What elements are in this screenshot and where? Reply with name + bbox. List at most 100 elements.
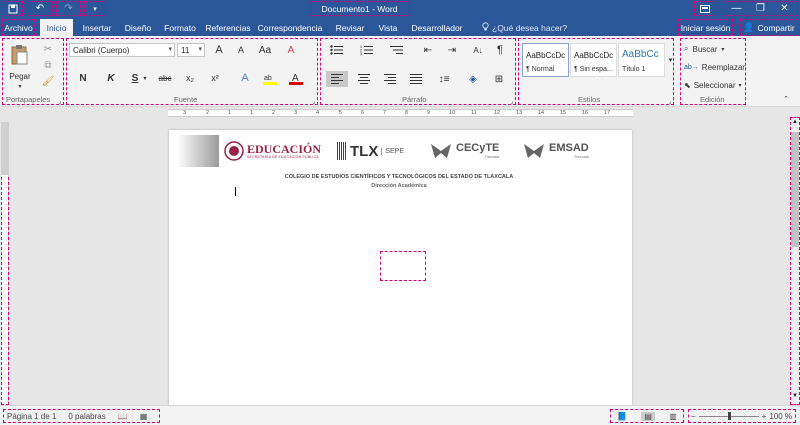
- align-left-icon[interactable]: [326, 71, 348, 87]
- share-button[interactable]: 👤 Compartir: [740, 19, 798, 36]
- clipboard-launcher-icon[interactable]: ⌟: [57, 98, 63, 105]
- tab-inicio[interactable]: Inicio: [40, 19, 73, 36]
- editing-group-label: Edición: [700, 95, 725, 104]
- italic-button[interactable]: K: [104, 71, 118, 85]
- scroll-thumb[interactable]: [791, 132, 799, 247]
- zoom-thumb[interactable]: [727, 412, 731, 420]
- title-bar: ↶ ↷ ▾ Documento1 - Word — ❐ ✕: [0, 0, 800, 17]
- show-marks-button[interactable]: ¶: [492, 43, 508, 57]
- zoom-out-icon[interactable]: −: [691, 412, 696, 421]
- grow-font-button[interactable]: A: [212, 43, 226, 57]
- underline-button[interactable]: S: [128, 71, 142, 85]
- scroll-up-icon[interactable]: ▲: [791, 119, 799, 129]
- close-icon[interactable]: ✕: [773, 3, 797, 14]
- text-effects-icon[interactable]: A: [238, 71, 252, 85]
- paste-dropdown-icon[interactable]: ▾: [14, 82, 26, 90]
- change-case-button[interactable]: Aa: [258, 43, 272, 57]
- scroll-down-icon[interactable]: ▼: [791, 393, 799, 403]
- chevron-down-icon[interactable]: ▾: [142, 71, 148, 85]
- vertical-scrollbar[interactable]: ▲ ▼: [790, 117, 800, 405]
- font-launcher-icon[interactable]: ⌟: [311, 98, 317, 105]
- subscript-button[interactable]: x₂: [183, 71, 197, 85]
- align-right-icon[interactable]: [380, 71, 400, 87]
- zoom-level[interactable]: 100 %: [769, 412, 792, 421]
- horizontal-ruler[interactable]: 3 2 1 1 2 3 4 5 6 7 8 9 10 11 12 13 14 15 16 17: [168, 109, 633, 117]
- multilevel-list-icon[interactable]: [388, 43, 406, 57]
- zoom-slider[interactable]: [698, 412, 759, 420]
- paste-icon[interactable]: [8, 42, 30, 68]
- vertical-ruler-margin: [1, 122, 9, 175]
- web-layout-icon[interactable]: ▥: [669, 412, 677, 421]
- strikethrough-button[interactable]: abc: [156, 71, 174, 85]
- style-heading-1[interactable]: AaBbCc Título 1: [618, 43, 665, 77]
- select-button[interactable]: ⬉ Seleccionar ▾: [684, 78, 746, 92]
- styles-launcher-icon[interactable]: ⌟: [667, 98, 673, 105]
- proofing-icon[interactable]: 📖: [118, 412, 128, 421]
- clear-formatting-button[interactable]: A: [284, 43, 298, 57]
- style-normal[interactable]: AaBbCcDc ¶ Normal: [522, 43, 569, 77]
- restore-icon[interactable]: ❐: [749, 3, 773, 14]
- justify-icon[interactable]: [406, 71, 426, 87]
- copy-icon[interactable]: ⧉: [42, 59, 54, 71]
- tab-archivo[interactable]: Archivo: [2, 19, 35, 36]
- paste-button[interactable]: Pegar: [5, 70, 35, 82]
- bold-button[interactable]: N: [76, 71, 90, 85]
- font-size-select[interactable]: 11 ▾: [177, 43, 205, 57]
- tab-referencias[interactable]: Referencias: [204, 19, 252, 36]
- word-count[interactable]: 0 palabras: [68, 412, 105, 421]
- print-layout-icon[interactable]: ▤: [641, 411, 655, 421]
- tab-insertar[interactable]: Insertar: [78, 19, 116, 36]
- shrink-font-button[interactable]: A: [234, 43, 248, 57]
- format-painter-icon[interactable]: 🖌: [42, 75, 55, 87]
- minimize-icon[interactable]: —: [725, 3, 749, 14]
- paragraph-launcher-icon[interactable]: ⌟: [509, 98, 515, 105]
- line-spacing-icon[interactable]: ↕≡: [432, 71, 456, 87]
- paragraph-group-label: Párrafo: [402, 95, 427, 104]
- styles-more-icon[interactable]: ▾: [667, 43, 674, 77]
- increase-indent-icon[interactable]: ⇥: [444, 43, 460, 57]
- emsad-subtext: Tlaxcala: [573, 154, 589, 159]
- sort-icon[interactable]: A↓: [470, 43, 486, 57]
- vertical-ruler[interactable]: [1, 122, 9, 405]
- ribbon-display-options-icon[interactable]: [694, 1, 716, 16]
- collapse-ribbon-icon[interactable]: ⌃: [780, 94, 792, 104]
- bullets-icon[interactable]: [328, 43, 346, 57]
- macro-record-icon[interactable]: ▦: [140, 412, 148, 421]
- customize-qat-icon[interactable]: ▾: [84, 1, 106, 16]
- tab-revisar[interactable]: Revisar: [332, 19, 368, 36]
- cut-icon[interactable]: ✂: [42, 43, 54, 55]
- shading-icon[interactable]: ◈: [462, 71, 484, 87]
- align-center-icon[interactable]: [354, 71, 374, 87]
- ruler-label: 10: [449, 110, 456, 116]
- sign-in-button[interactable]: Iniciar sesión: [678, 19, 733, 36]
- tab-desarrollador[interactable]: Desarrollador: [408, 19, 466, 36]
- tab-correspondencia[interactable]: Correspondencia: [256, 19, 324, 36]
- font-family-select[interactable]: Calibri (Cuerpo) ▾: [69, 43, 175, 57]
- replace-button[interactable]: ab→ Reemplazar: [684, 60, 746, 74]
- tab-diseno[interactable]: Diseño: [120, 19, 156, 36]
- ruler-label: 13: [516, 110, 523, 116]
- style-sample: AaBbCc: [622, 49, 659, 60]
- redo-icon[interactable]: ↷: [56, 1, 81, 16]
- header-gradient: [177, 135, 219, 167]
- read-mode-icon[interactable]: 📘: [617, 412, 627, 421]
- numbering-icon[interactable]: 123: [358, 43, 376, 57]
- undo-icon[interactable]: ↶: [27, 1, 53, 16]
- save-icon[interactable]: [3, 1, 23, 16]
- superscript-button[interactable]: x²: [208, 71, 222, 85]
- font-color-icon[interactable]: A: [288, 71, 304, 85]
- decrease-indent-icon[interactable]: ⇤: [420, 43, 436, 57]
- tell-me-box[interactable]: ¿Qué desea hacer?: [482, 19, 567, 36]
- zoom-in-icon[interactable]: +: [762, 412, 767, 421]
- tlx-logo: TLX SEPE: [337, 138, 404, 164]
- borders-icon[interactable]: ⊞: [488, 71, 510, 87]
- style-no-spacing[interactable]: AaBbCcDc ¶ Sin espa...: [570, 43, 617, 77]
- find-button[interactable]: ⌕ Buscar ▾: [684, 42, 744, 56]
- highlight-color-icon[interactable]: ab: [262, 71, 278, 85]
- chevron-down-icon: ▾: [738, 82, 742, 89]
- tab-vista[interactable]: Vista: [372, 19, 404, 36]
- tab-formato[interactable]: Formato: [160, 19, 200, 36]
- page-count[interactable]: Página 1 de 1: [7, 412, 56, 421]
- styles-group: AaBbCcDc ¶ Normal AaBbCcDc ¶ Sin espa...…: [518, 38, 674, 105]
- emsad-text: EMSAD: [549, 142, 589, 154]
